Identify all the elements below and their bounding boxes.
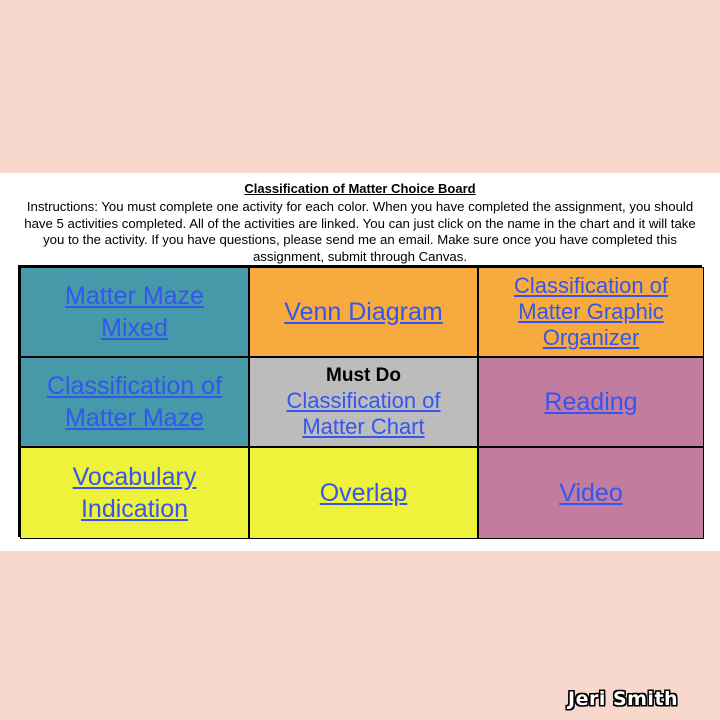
vocabulary-indication-link[interactable]: Vocabulary Indication xyxy=(42,461,227,525)
page-title: Classification of Matter Choice Board xyxy=(244,181,476,196)
matter-maze-mixed-link[interactable]: Matter Maze Mixed xyxy=(42,280,227,344)
venn-diagram-link[interactable]: Venn Diagram xyxy=(284,296,442,328)
overlap-link[interactable]: Overlap xyxy=(320,477,408,509)
board-cell-matter-maze: Classification of Matter Maze xyxy=(20,357,249,447)
board-cell-graphic-organizer: Classification of Matter Graphic Organiz… xyxy=(478,267,704,357)
choice-board-card: Classification of Matter Choice Board In… xyxy=(0,173,720,551)
choice-board-grid: Matter Maze Mixed Venn Diagram Classific… xyxy=(18,265,704,539)
matter-maze-link[interactable]: Classification of Matter Maze xyxy=(27,370,242,434)
must-do-label: Must Do xyxy=(326,365,401,386)
video-link[interactable]: Video xyxy=(559,477,623,509)
board-cell-venn-diagram: Venn Diagram xyxy=(249,267,478,357)
board-cell-matter-maze-mixed: Matter Maze Mixed xyxy=(20,267,249,357)
board-cell-must-do: Must Do Classification of Matter Chart xyxy=(249,357,478,447)
board-cell-overlap: Overlap xyxy=(249,447,478,539)
author-signature: Jeri Smith xyxy=(568,688,679,710)
reading-link[interactable]: Reading xyxy=(544,386,637,418)
board-cell-video: Video xyxy=(478,447,704,539)
graphic-organizer-link[interactable]: Classification of Matter Graphic Organiz… xyxy=(491,273,691,351)
matter-chart-link[interactable]: Classification of Matter Chart xyxy=(271,388,456,440)
board-cell-vocabulary: Vocabulary Indication xyxy=(20,447,249,539)
instructions-text: Instructions: You must complete one acti… xyxy=(24,199,696,264)
board-cell-reading: Reading xyxy=(478,357,704,447)
